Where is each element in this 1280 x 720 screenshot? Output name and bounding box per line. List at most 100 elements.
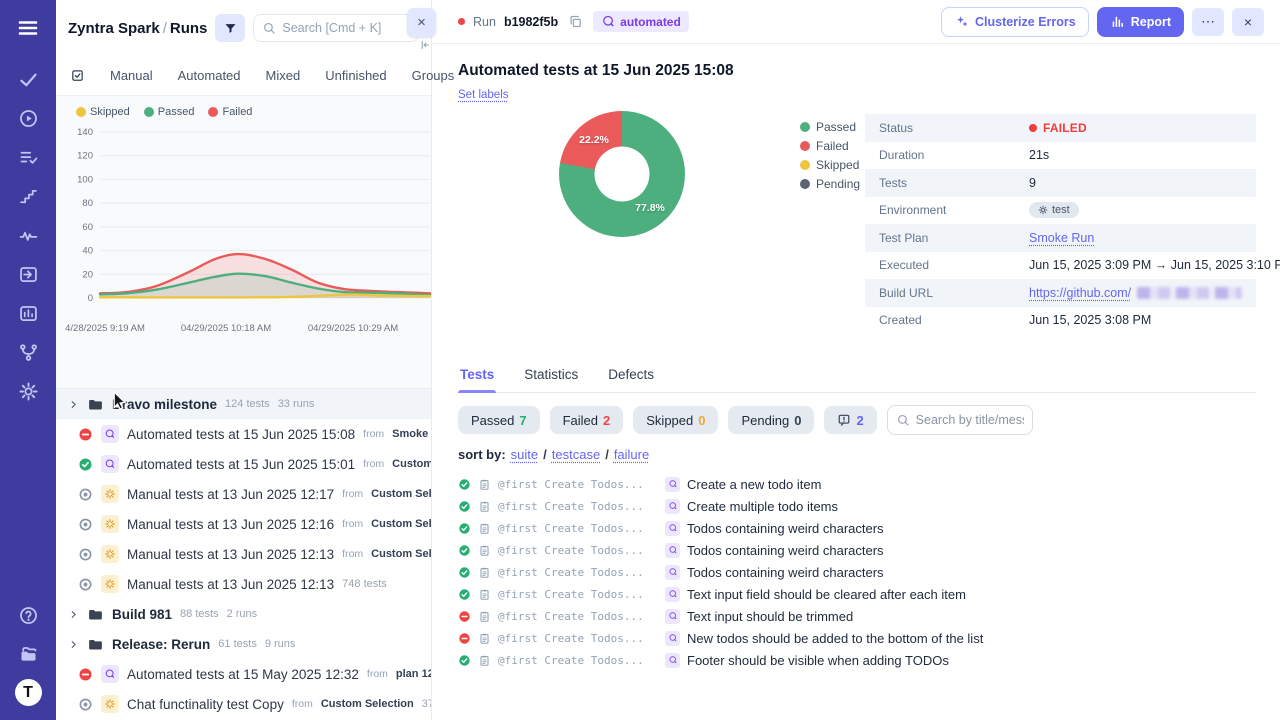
more-button[interactable]: ⋯ (1192, 8, 1224, 36)
automated-badge[interactable]: automated (593, 11, 689, 32)
test-row[interactable]: @first Create Todos... Todos containing … (458, 539, 1256, 561)
detail-label: Created (879, 313, 1029, 327)
folder-row[interactable]: Build 981 88 tests 2 runs (56, 599, 431, 629)
chevron-right-icon[interactable] (68, 639, 79, 650)
sidebar-bar-chart-button[interactable] (8, 296, 48, 330)
runs-search-input[interactable] (282, 21, 410, 35)
tab-statistics[interactable]: Statistics (522, 361, 580, 392)
tab-manual[interactable]: Manual (110, 68, 153, 83)
automated-test-icon (665, 631, 680, 646)
chevron-right-icon[interactable] (68, 609, 79, 620)
set-labels-link[interactable]: Set labels (458, 89, 509, 101)
sidebar-help-button[interactable] (8, 598, 48, 632)
tab-groups[interactable]: Groups (412, 68, 455, 83)
copy-run-id-button[interactable] (566, 12, 585, 31)
sort-link-testcase[interactable]: testcase (552, 447, 600, 462)
panel-close-button[interactable]: × (407, 8, 436, 37)
test-suite-path: @first Create Todos... (498, 500, 658, 513)
runs-search[interactable] (253, 14, 419, 42)
sidebar-activity-button[interactable] (8, 218, 48, 252)
select-runs-icon[interactable] (70, 68, 85, 83)
test-row[interactable]: @first Create Todos... Create a new todo… (458, 473, 1256, 495)
test-status-passed-icon (458, 654, 471, 667)
detail-row: Duration 21s (865, 142, 1256, 170)
tests-search[interactable] (887, 405, 1033, 435)
sidebar-branch-button[interactable] (8, 335, 48, 369)
folder-row[interactable]: Bravo milestone 124 tests 33 runs (56, 389, 431, 419)
chip-comments[interactable]: 2 (824, 406, 876, 434)
folder-row[interactable]: Release: Rerun 61 tests 9 runs (56, 629, 431, 659)
tab-mixed[interactable]: Mixed (266, 68, 301, 83)
run-row[interactable]: Automated tests at 15 Jun 2025 15:08 fro… (56, 419, 431, 449)
test-row[interactable]: @first Create Todos... Footer should be … (458, 649, 1256, 671)
run-row[interactable]: Automated tests at 15 May 2025 12:32 fro… (56, 659, 431, 689)
sidebar-import-button[interactable] (8, 257, 48, 291)
build-url-link[interactable]: https://github.com/ (1029, 286, 1131, 300)
sort-link-suite[interactable]: suite (511, 447, 538, 462)
test-row[interactable]: @first Create Todos... Create multiple t… (458, 495, 1256, 517)
list-check-icon (18, 147, 39, 168)
automated-icon (668, 589, 678, 599)
run-tests-count: 37 tests (422, 698, 431, 710)
sidebar-projects-button[interactable] (8, 637, 48, 671)
tab-defects[interactable]: Defects (606, 361, 656, 392)
run-kind-manual-icon (101, 695, 119, 713)
test-row[interactable]: @first Create Todos... Text input field … (458, 583, 1256, 605)
test-row[interactable]: @first Create Todos... Todos containing … (458, 561, 1256, 583)
run-row[interactable]: Chat functinality test Copy fromCustom S… (56, 689, 431, 719)
sidebar-steps-button[interactable] (8, 179, 48, 213)
sidebar-gear-button[interactable] (8, 374, 48, 408)
search-icon (262, 21, 276, 35)
clusterize-errors-button[interactable]: Clusterize Errors (941, 7, 1089, 37)
automated-icon (601, 14, 616, 29)
run-row[interactable]: Manual tests at 13 Jun 2025 12:13 fromCu… (56, 539, 431, 569)
folder-name: Bravo milestone (112, 397, 217, 412)
tab-unfinished[interactable]: Unfinished (325, 68, 386, 83)
automated-icon (668, 633, 678, 643)
sidebar-list-check-button[interactable] (8, 140, 48, 174)
test-plan-link[interactable]: Smoke Run (1029, 231, 1094, 245)
run-row[interactable]: Manual tests at 13 Jun 2025 12:13 748 te… (56, 569, 431, 599)
chip-passed[interactable]: Passed 7 (458, 406, 540, 434)
sidebar-check-button[interactable] (8, 62, 48, 96)
tab-automated[interactable]: Automated (178, 68, 241, 83)
chip-skipped[interactable]: Skipped 0 (633, 406, 718, 434)
chip-count: 7 (519, 413, 526, 428)
tab-tests[interactable]: Tests (458, 361, 496, 392)
chevron-right-icon[interactable] (68, 399, 79, 410)
clipboard-icon (478, 632, 491, 645)
donut-legend-passed: Passed (800, 120, 860, 134)
sidebar-play-circle-button[interactable] (8, 101, 48, 135)
x-tick: 04/29/2025 10:18 AM (181, 323, 271, 334)
run-row[interactable]: Manual tests at 13 Jun 2025 12:17 fromCu… (56, 479, 431, 509)
app-logo[interactable]: T (15, 679, 42, 706)
filter-button[interactable] (215, 14, 245, 42)
legend-item-failed: Failed (208, 106, 252, 118)
run-status-running-icon (78, 487, 93, 502)
sort-link-failure[interactable]: failure (614, 447, 649, 462)
test-row[interactable]: @first Create Todos... Todos containing … (458, 517, 1256, 539)
test-row[interactable]: @first Create Todos... New todos should … (458, 627, 1256, 649)
sidebar-menu-button[interactable] (8, 11, 48, 45)
test-suite-path: @first Create Todos... (498, 610, 658, 623)
run-detail-topbar: Run b1982f5b automated Clusterize Errors… (432, 0, 1280, 44)
panel-collapse-icon[interactable] (419, 39, 431, 51)
run-row[interactable]: Manual tests at 13 Jun 2025 12:16 fromCu… (56, 509, 431, 539)
running-icon (78, 487, 93, 502)
close-run-button[interactable]: × (1232, 8, 1264, 36)
tests-search-input[interactable] (916, 413, 1024, 427)
from-plan-name: Custom Selection (392, 458, 431, 470)
run-row-title: Automated tests at 15 Jun 2025 15:08 (127, 427, 355, 442)
run-kind-automated-icon (101, 455, 119, 473)
folder-tests-count: 61 tests (218, 638, 257, 650)
test-row[interactable]: @first Create Todos... Text input should… (458, 605, 1256, 627)
run-row[interactable]: Automated tests at 15 Jun 2025 15:01 fro… (56, 449, 431, 479)
detail-row: Test Plan Smoke Run (865, 224, 1256, 252)
chevron-right-icon (68, 609, 79, 620)
folder-icon (87, 606, 104, 623)
report-button[interactable]: Report (1097, 7, 1184, 37)
run-kind-manual-icon (101, 575, 119, 593)
chip-pending[interactable]: Pending 0 (728, 406, 814, 434)
run-overview: 77.8%22.2% PassedFailedSkippedPending St… (458, 111, 1256, 351)
chip-failed[interactable]: Failed 2 (550, 406, 624, 434)
